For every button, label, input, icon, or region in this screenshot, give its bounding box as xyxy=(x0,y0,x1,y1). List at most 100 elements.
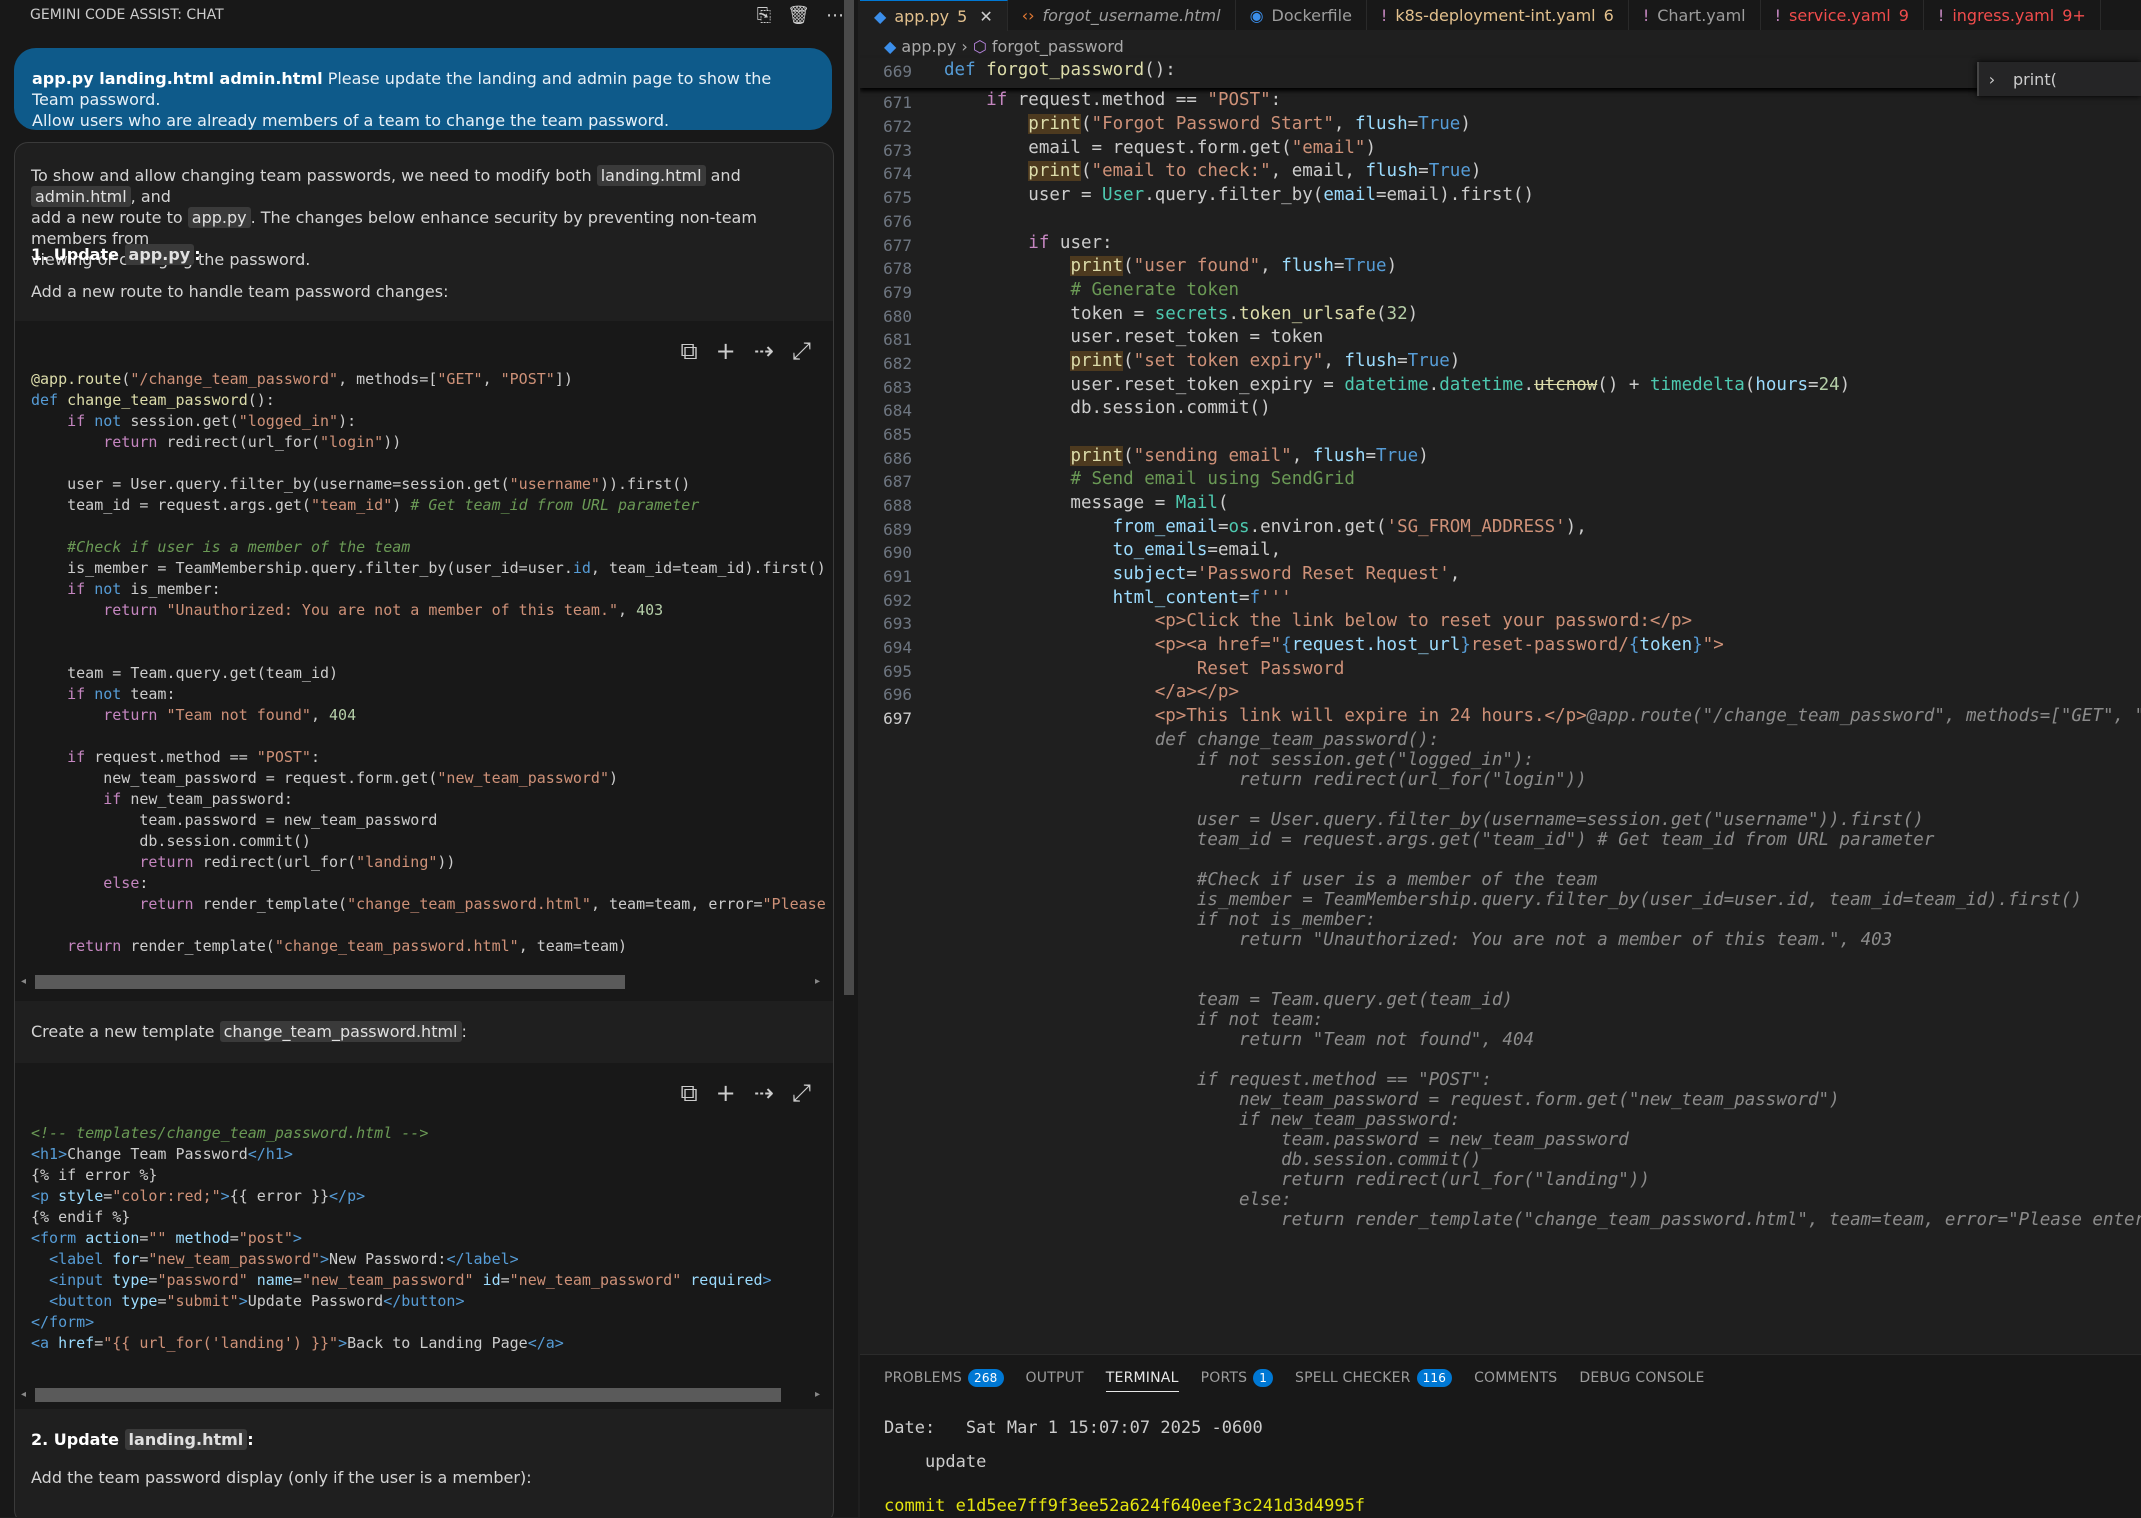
code-line: # Send email using SendGrid xyxy=(1070,469,1355,489)
line-number: 697 xyxy=(883,709,912,728)
code-line: user.reset_token_expiry = datetime.datet… xyxy=(944,375,1851,395)
tab-dockerfile[interactable]: ◉ Dockerfile xyxy=(1236,0,1367,30)
line-number: 691 xyxy=(883,567,912,586)
code-line: </a></p> xyxy=(1154,682,1240,702)
terminal-message: update xyxy=(924,1452,987,1472)
yaml-icon: ! xyxy=(1774,5,1782,25)
horizontal-scrollbar[interactable] xyxy=(35,1388,781,1402)
yaml-icon: ! xyxy=(1380,5,1388,25)
tab-service-yaml[interactable]: ! service.yaml 9 xyxy=(1761,0,1924,30)
chat-title: GEMINI CODE ASSIST: CHAT xyxy=(30,7,224,23)
tab-forgot-username[interactable]: ‹› forgot_username.html xyxy=(1008,0,1236,30)
chat-header: GEMINI CODE ASSIST: CHAT ⎘ 🗑 ⋯ xyxy=(0,0,858,30)
code-line: email = request.form.get("email") xyxy=(944,138,1376,158)
tab-output[interactable]: OUTPUT xyxy=(1026,1365,1084,1391)
insert-icon[interactable]: + xyxy=(716,1079,736,1107)
line-number: 680 xyxy=(883,307,912,326)
tab-k8s-deployment[interactable]: ! k8s-deployment-int.yaml 6 xyxy=(1367,0,1629,30)
tab-app-py[interactable]: ◆ app.py 5 ✕ xyxy=(860,0,1008,31)
file-chip[interactable]: change_team_password.html xyxy=(219,1021,462,1042)
python-icon: ◆ xyxy=(884,37,897,56)
horizontal-scrollbar[interactable] xyxy=(35,975,625,989)
line-number: 671 xyxy=(883,93,912,112)
code-line: <p><a href="{request.host_url}reset-pass… xyxy=(1154,635,1724,655)
tab-chart-yaml[interactable]: ! Chart.yaml xyxy=(1629,0,1761,30)
code-html: <!-- templates/change_team_password.html… xyxy=(31,1124,772,1352)
chevron-right-icon[interactable]: › xyxy=(1979,70,2005,89)
line-number: 696 xyxy=(883,685,912,704)
line-number: 687 xyxy=(883,472,912,491)
find-widget[interactable]: › print( xyxy=(1977,62,2141,96)
line-number: 684 xyxy=(883,401,912,420)
step2-description: Add the team password display (only if t… xyxy=(31,1468,532,1487)
chevron-right-icon: › xyxy=(961,37,968,56)
close-icon[interactable]: ✕ xyxy=(979,7,992,26)
copy-icon[interactable]: ⧉ xyxy=(680,1079,697,1107)
line-number: 695 xyxy=(883,662,912,681)
line-number: 683 xyxy=(883,378,912,397)
editor-tabs: ◆ app.py 5 ✕ ‹› forgot_username.html ◉ Do… xyxy=(860,0,2141,31)
assistant-response: To show and allow changing team password… xyxy=(14,142,834,1517)
breadcrumb-file[interactable]: app.py xyxy=(901,37,956,56)
code-block-python: ⧉ + ⇢ ⤢ @app.route("/change_team_passwor… xyxy=(15,321,833,1001)
tab-ports[interactable]: PORTS 1 xyxy=(1201,1365,1274,1391)
code-line: subject='Password Reset Request', xyxy=(1112,564,1461,584)
line-number: 673 xyxy=(883,141,912,160)
line-number: 675 xyxy=(883,188,912,207)
insert-icon[interactable]: + xyxy=(716,337,736,365)
step1-description: Add a new route to handle team password … xyxy=(31,282,449,301)
tab-spell-checker[interactable]: SPELL CHECKER 116 xyxy=(1295,1365,1453,1391)
step1-heading: 1. Update app.py: xyxy=(31,244,201,265)
sticky-scroll[interactable]: 669 def forgot_password(): xyxy=(860,58,2141,88)
line-number: 686 xyxy=(883,449,912,468)
code-line: print("set token expiry", flush=True) xyxy=(1070,351,1461,371)
line-number: 692 xyxy=(883,591,912,610)
line-number: 676 xyxy=(883,212,912,231)
code-editor: ◆ app.py 5 ✕ ‹› forgot_username.html ◉ Do… xyxy=(860,0,2141,1354)
copy-icon[interactable]: ⧉ xyxy=(680,337,697,365)
code-line: print("user found", flush=True) xyxy=(1070,256,1398,276)
code-line: user.reset_token = token xyxy=(944,327,1324,347)
tab-comments[interactable]: COMMENTS xyxy=(1474,1365,1557,1391)
code-python: @app.route("/change_team_password", meth… xyxy=(31,370,826,955)
tab-debug-console[interactable]: DEBUG CONSOLE xyxy=(1579,1365,1704,1391)
line-number: 690 xyxy=(883,543,912,562)
chat-vertical-scrollbar[interactable] xyxy=(844,0,854,995)
code-line-current[interactable]: <p>This link will expire in 24 hours.</p… xyxy=(944,706,2141,726)
find-input[interactable]: print( xyxy=(2005,70,2057,89)
tab-ingress-yaml[interactable]: ! ingress.yaml 9+ xyxy=(1924,0,2101,30)
code-line: to_emails=email, xyxy=(1112,540,1282,560)
file-chip[interactable]: app.py xyxy=(124,244,195,265)
diff-icon[interactable]: ⇢ xyxy=(754,337,774,365)
tab-terminal[interactable]: TERMINAL xyxy=(1105,1365,1179,1392)
file-chip[interactable]: landing.html xyxy=(596,165,706,186)
history-icon[interactable]: ⎘ xyxy=(757,5,771,26)
code-line: print("sending email", flush=True) xyxy=(1070,446,1429,466)
line-number: 672 xyxy=(883,117,912,136)
docker-icon: ◉ xyxy=(1249,5,1264,25)
trash-icon[interactable]: 🗑 xyxy=(787,5,810,26)
file-chip[interactable]: admin.html xyxy=(31,186,131,207)
tab-problems[interactable]: PROBLEMS 268 xyxy=(884,1365,1004,1391)
terminal-commit: commit e1d5ee7ff9f3ee52a624f640eef3c241d… xyxy=(884,1496,1366,1516)
diff-icon[interactable]: ⇢ xyxy=(754,1079,774,1107)
breadcrumb: ◆ app.py › ⬡ forgot_password xyxy=(884,37,1124,56)
code-line: user = User.query.filter_by(email=email)… xyxy=(944,185,1535,205)
sticky-line: def forgot_password(): xyxy=(944,60,1176,80)
code-line: if user: xyxy=(1028,233,1113,253)
file-chip[interactable]: landing.html xyxy=(124,1429,248,1450)
python-icon: ◆ xyxy=(874,6,887,26)
line-number: 669 xyxy=(883,62,912,81)
chat-panel: GEMINI CODE ASSIST: CHAT ⎘ 🗑 ⋯ app.py la… xyxy=(0,0,858,1517)
breadcrumb-symbol[interactable]: forgot_password xyxy=(992,37,1124,56)
user-message-text-2: Allow users who are already members of a… xyxy=(32,111,670,130)
user-message: app.py landing.html admin.html Please up… xyxy=(14,48,832,130)
expand-icon[interactable]: ⤢ xyxy=(792,1079,811,1107)
line-number: 685 xyxy=(883,425,912,444)
code-line: print("Forgot Password Start", flush=Tru… xyxy=(1028,114,1471,134)
yaml-icon: ! xyxy=(1937,5,1945,25)
user-message-files: app.py landing.html admin.html xyxy=(32,69,323,88)
file-chip[interactable]: app.py xyxy=(187,207,251,228)
expand-icon[interactable]: ⤢ xyxy=(792,337,811,365)
code-line: message = Mail( xyxy=(944,493,1229,513)
